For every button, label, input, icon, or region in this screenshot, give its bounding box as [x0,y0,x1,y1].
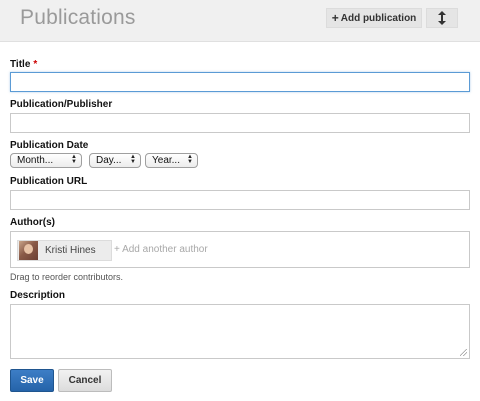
required-mark: * [33,59,38,70]
title-label: Title * [10,59,37,70]
page-title: Publications [20,6,136,29]
save-button[interactable]: Save [10,369,54,392]
authors-field[interactable]: Kristi Hines + Add another author [10,231,470,268]
up-down-arrow-icon [438,11,446,25]
add-publication-label: Add publication [340,12,417,24]
publication-url-label: Publication URL [10,176,88,187]
publisher-label: Publication/Publisher [10,99,113,110]
section-header: Publications + Add publication [0,0,480,42]
month-select-value: Month... [17,155,54,166]
description-label: Description [10,290,66,301]
add-author-input[interactable]: + Add another author [114,244,208,255]
title-input[interactable] [10,72,470,92]
month-select[interactable]: Month... ▲ ▼ [10,153,82,168]
cancel-button[interactable]: Cancel [58,369,112,392]
day-select-value: Day... [96,155,122,166]
reorder-hint: Drag to reorder contributors. [10,272,124,282]
year-select[interactable]: Year... ▲ ▼ [145,153,198,168]
title-label-text: Title [10,59,31,70]
reorder-button[interactable] [426,8,458,28]
resize-handle-icon[interactable] [460,349,467,356]
select-arrows-icon: ▲ ▼ [187,154,193,165]
add-publication-button[interactable]: + Add publication [326,8,422,28]
publication-url-input[interactable] [10,190,470,210]
author-chip[interactable]: Kristi Hines [17,240,112,261]
select-arrows-icon: ▲ ▼ [71,154,77,165]
description-textarea[interactable] [10,304,470,359]
publication-date-label: Publication Date [10,140,89,151]
publisher-input[interactable] [10,113,470,133]
year-select-value: Year... [152,155,180,166]
avatar [19,241,38,260]
authors-label: Author(s) [10,217,55,228]
author-name: Kristi Hines [45,245,96,256]
select-arrows-icon: ▲ ▼ [130,154,136,165]
day-select[interactable]: Day... ▲ ▼ [89,153,141,168]
plus-icon: + [331,11,339,25]
